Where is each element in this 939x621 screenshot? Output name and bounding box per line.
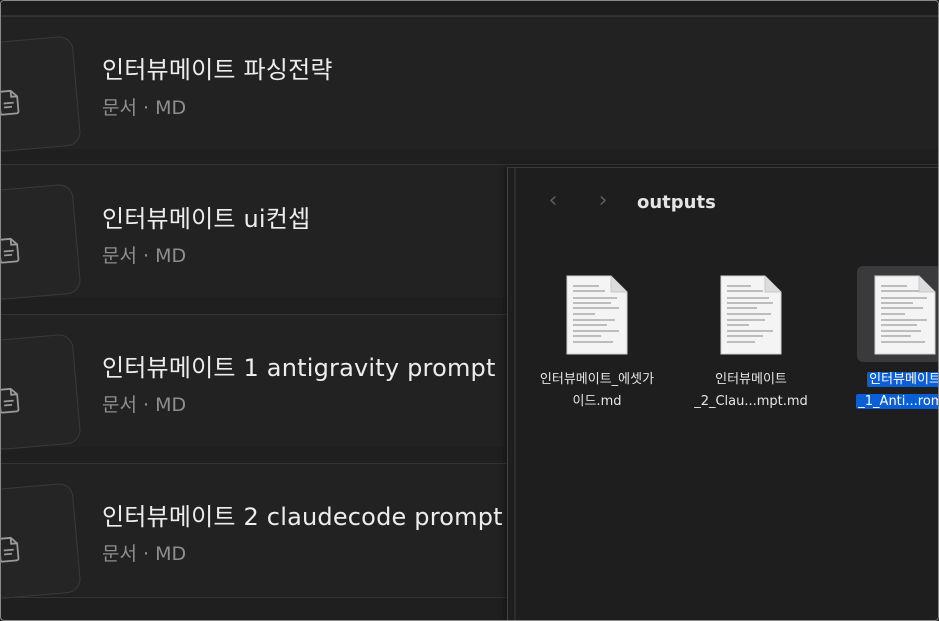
file-item[interactable]: 인터뷰메이트 _2_Clau...mpt.md <box>692 274 810 413</box>
file-name-line1: 인터뷰메이트 <box>715 372 787 387</box>
document-type: 문서 · MD <box>102 394 187 416</box>
text-file-icon <box>720 275 782 355</box>
file-thumbnail <box>719 274 783 356</box>
finder-window: ‹ › outputs 인터뷰메이트_에셋가 이드.md 인터뷰메이트 _2_C… <box>507 167 938 620</box>
file-item-selected[interactable]: 인터뷰메이트 _1_Anti...romp <box>846 266 938 413</box>
chevron-right-icon[interactable]: › <box>595 190 611 212</box>
chevron-left-icon[interactable]: ‹ <box>545 190 561 212</box>
screenshot-frame: 인터뷰메이트 파싱전략 문서 · MD 인터뷰메이트 ui컨셉 문서 · MD <box>0 0 939 621</box>
document-thumbnail <box>1 35 82 153</box>
file-name-line1: 인터뷰메이트 <box>867 372 938 387</box>
folder-title: outputs <box>637 192 716 213</box>
file-name-line2: _1_Anti...romp <box>856 394 938 409</box>
text-file-icon <box>566 275 628 355</box>
document-icon <box>1 387 20 414</box>
document-thumbnail <box>1 482 82 600</box>
file-name: 인터뷰메이트 _2_Clau...mpt.md <box>692 369 810 413</box>
window-edge <box>514 168 516 620</box>
document-icon <box>1 237 20 264</box>
document-type: 문서 · MD <box>102 97 187 119</box>
file-name-line1: 인터뷰메이트_에셋가 <box>539 372 655 387</box>
document-card[interactable]: 인터뷰메이트 파싱전략 문서 · MD <box>1 16 938 153</box>
file-name: 인터뷰메이트 _1_Anti...romp <box>846 369 938 413</box>
file-name-line2: _2_Clau...mpt.md <box>694 394 808 409</box>
file-thumbnail <box>857 266 938 362</box>
document-title: 인터뷰메이트 1 antigravity prompt <box>102 354 496 382</box>
document-type: 문서 · MD <box>102 543 187 565</box>
file-name: 인터뷰메이트_에셋가 이드.md <box>538 369 656 413</box>
document-thumbnail <box>1 183 82 301</box>
document-type: 문서 · MD <box>102 245 187 267</box>
file-name-line2: 이드.md <box>572 394 622 409</box>
file-thumbnail <box>565 274 629 356</box>
document-title: 인터뷰메이트 2 claudecode prompt <box>102 503 503 531</box>
document-title: 인터뷰메이트 ui컨셉 <box>102 205 311 233</box>
file-item[interactable]: 인터뷰메이트_에셋가 이드.md <box>538 274 656 413</box>
document-icon <box>1 89 20 116</box>
text-file-icon <box>874 275 936 355</box>
document-thumbnail <box>1 333 82 451</box>
document-title: 인터뷰메이트 파싱전략 <box>102 56 333 84</box>
document-icon <box>1 536 20 563</box>
